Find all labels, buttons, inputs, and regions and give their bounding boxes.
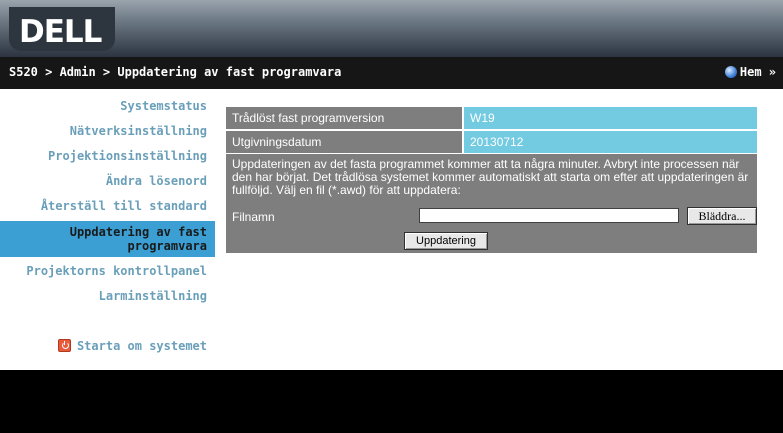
sidebar-item-label-line2: programvara xyxy=(127,239,207,253)
breadcrumb: S520 > Admin > Uppdatering av fast progr… xyxy=(9,65,342,79)
update-description: Uppdateringen av det fasta programmet ko… xyxy=(232,157,749,197)
nav-bar: S520 > Admin > Uppdatering av fast progr… xyxy=(0,57,783,89)
sidebar-item-change-password[interactable]: Ändra lösenord xyxy=(106,174,207,188)
date-label: Utgivningsdatum xyxy=(226,131,462,153)
version-value: W19 xyxy=(464,107,757,129)
power-icon xyxy=(57,339,71,352)
update-button[interactable]: Uppdatering xyxy=(404,232,488,250)
main-content: Trådlöst fast programversion W19 Utgivni… xyxy=(215,89,783,370)
home-label: Hem » xyxy=(739,65,776,79)
sidebar-item-control-panel[interactable]: Projektorns kontrollpanel xyxy=(26,264,207,278)
browse-button[interactable]: Bläddra... xyxy=(687,207,757,225)
dell-logo: DELL xyxy=(9,7,115,51)
sidebar: Systemstatus Nätverksinställning Projekt… xyxy=(0,89,215,370)
update-panel: Uppdateringen av det fasta programmet ko… xyxy=(226,154,757,253)
sidebar-item-firmware-update[interactable]: Uppdatering av fast programvara xyxy=(0,221,215,257)
version-label: Trådlöst fast programversion xyxy=(226,107,462,129)
restart-system-link[interactable]: Starta om systemet xyxy=(57,339,207,353)
sidebar-item-reset-default[interactable]: Återställ till standard xyxy=(41,199,207,213)
date-value: 20130712 xyxy=(464,131,757,153)
home-globe-icon xyxy=(724,66,737,78)
restart-label: Starta om systemet xyxy=(76,339,207,353)
footer-bar xyxy=(0,370,783,433)
home-link[interactable]: Hem » xyxy=(724,65,776,79)
logo-text: DELL xyxy=(19,14,102,50)
filename-input[interactable] xyxy=(419,208,679,223)
filename-label: Filnamn xyxy=(232,210,275,224)
sidebar-item-projection[interactable]: Projektionsinställning xyxy=(48,149,207,163)
sidebar-item-label-line1: Uppdatering av fast xyxy=(69,225,207,239)
sidebar-item-systemstatus[interactable]: Systemstatus xyxy=(120,99,207,113)
sidebar-item-alarm[interactable]: Larminställning xyxy=(99,289,207,303)
header-bar: DELL xyxy=(0,0,783,57)
sidebar-item-network[interactable]: Nätverksinställning xyxy=(70,124,207,138)
